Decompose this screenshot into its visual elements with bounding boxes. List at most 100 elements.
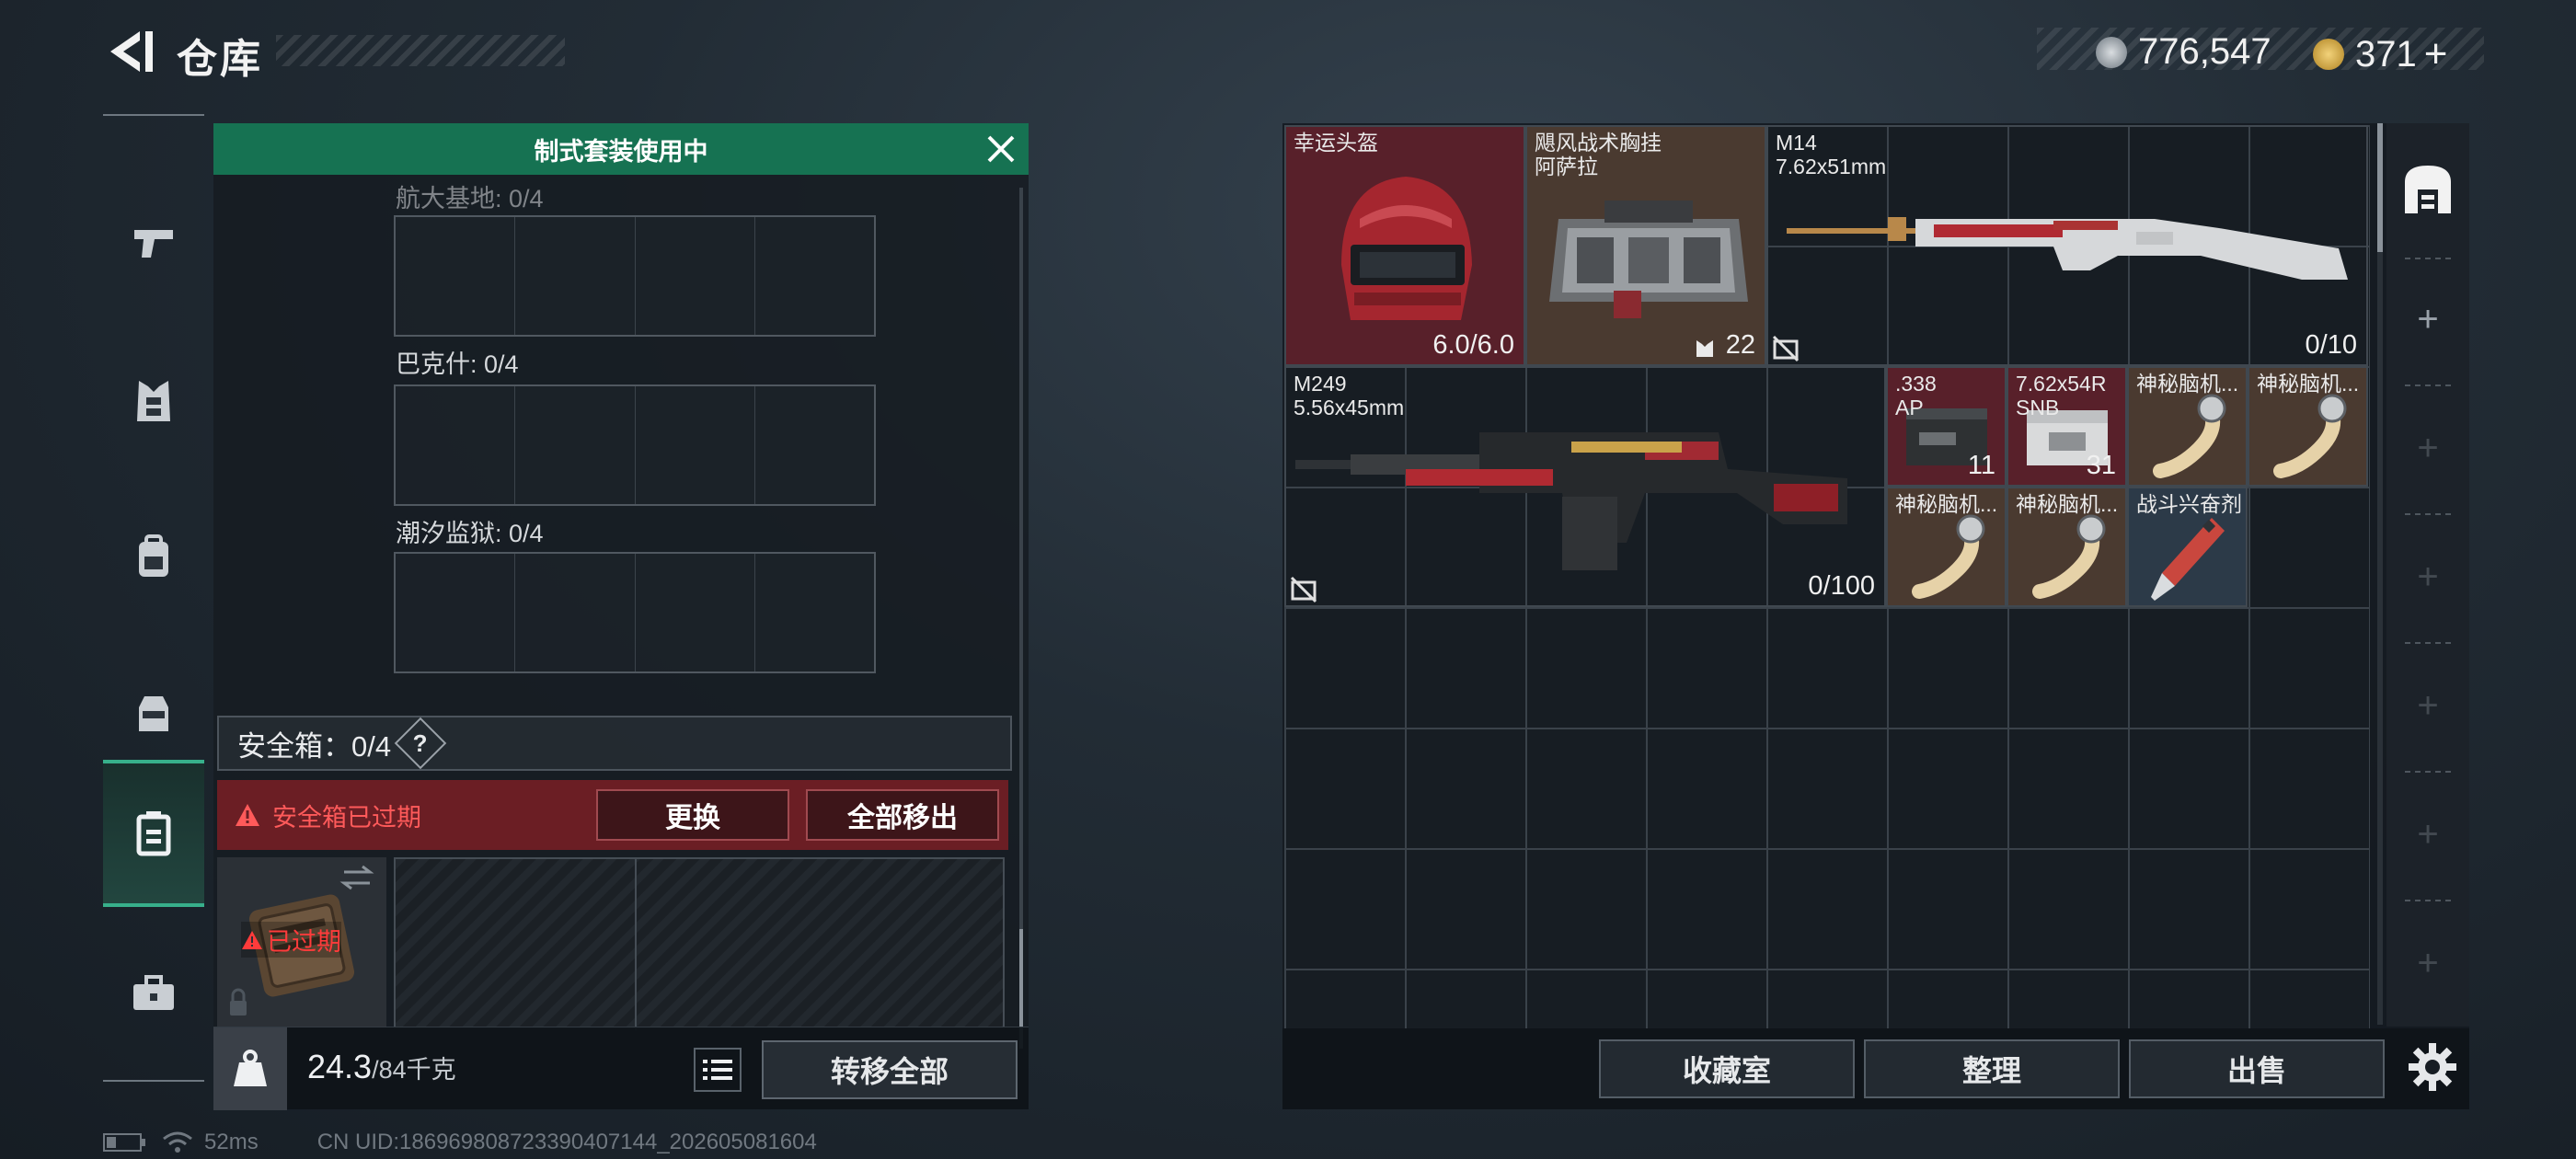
transfer-all-button[interactable]: 转移全部 <box>762 1040 1018 1099</box>
item-brain-chip[interactable]: 神秘脑机... <box>2007 487 2127 607</box>
warning-icon <box>236 804 259 826</box>
add-storage-tab[interactable]: + <box>2403 809 2453 859</box>
coin-balance: 776,547 <box>2096 31 2271 73</box>
loadout-scrollbar[interactable] <box>1019 188 1023 1049</box>
pistol-icon <box>134 230 173 258</box>
weight-current: 24.3 <box>307 1048 373 1085</box>
category-tools[interactable] <box>103 920 204 1067</box>
add-storage-tab[interactable]: + <box>2403 938 2453 988</box>
help-button[interactable]: ? <box>394 717 447 770</box>
map-slot-grid[interactable] <box>394 552 876 673</box>
sell-button[interactable]: 出售 <box>2129 1039 2385 1098</box>
status-bar: 52ms CN UID:186969808723390407144_202605… <box>103 1130 817 1155</box>
wifi-icon <box>163 1131 192 1153</box>
add-storage-tab[interactable]: + <box>2403 423 2453 473</box>
no-durability-icon <box>1772 335 1800 362</box>
add-ticket-button[interactable]: + <box>2424 31 2448 77</box>
backpack-icon <box>139 534 168 577</box>
add-storage-tab[interactable]: + <box>2403 294 2453 344</box>
back-button[interactable] <box>103 26 155 77</box>
case-expired-tag: 已过期 <box>241 922 341 958</box>
item-count: 31 <box>2086 451 2116 480</box>
banner-text: 制式套装使用中 <box>534 137 708 166</box>
page-title: 仓库 <box>177 37 263 82</box>
m249-image <box>1295 432 1847 570</box>
settings-button[interactable] <box>2407 1041 2458 1093</box>
chest-rig-image <box>1549 201 1748 318</box>
vest-icon <box>137 381 170 421</box>
item-chest-rig[interactable]: 飓风战术胸挂 阿萨拉 22 <box>1525 125 1766 366</box>
safe-case-slot[interactable]: 已过期 <box>217 857 386 1028</box>
item-ammo-762x54r[interactable]: 7.62x54R SNB 31 <box>2007 366 2127 487</box>
no-durability-icon <box>1290 576 1317 603</box>
item-helmet[interactable]: 幸运头盔 6.0/6.0 <box>1284 125 1525 366</box>
item-ammo: 0/10 <box>2305 330 2357 360</box>
item-name: .338 AP <box>1895 372 1937 419</box>
item-ammo: 0/100 <box>1808 571 1875 601</box>
injector-image <box>2151 518 2225 601</box>
item-name: 神秘脑机... <box>2257 372 2360 396</box>
case-expired-text: 已过期 <box>267 928 341 956</box>
helmet-image <box>1341 177 1472 320</box>
remove-all-button[interactable]: 全部移出 <box>806 789 999 841</box>
safe-box-label: 安全箱 <box>237 729 323 763</box>
add-storage-tab[interactable]: + <box>2403 681 2453 730</box>
map-slot-label: 航大基地: 0/4 <box>396 185 544 212</box>
item-name: 神秘脑机... <box>1895 492 1998 516</box>
currency-bar: 776,547 371 + <box>2037 28 2484 76</box>
m14-image <box>1787 217 2348 280</box>
item-combat-stimulant[interactable]: 战斗兴奋剂 <box>2127 487 2248 607</box>
ticket-amount: 371 <box>2355 33 2417 75</box>
storage-footer: 收藏室 整理 出售 <box>1282 1028 2469 1109</box>
item-brain-chip[interactable]: 神秘脑机... <box>2248 366 2368 487</box>
help-glyph: ? <box>413 729 429 757</box>
chest-rig-icon <box>139 696 168 731</box>
category-sidebar <box>103 114 204 1082</box>
gear-icon <box>2409 1043 2456 1091</box>
item-name: 神秘脑机... <box>2016 492 2119 516</box>
item-brain-chip[interactable]: 神秘脑机... <box>1886 487 2007 607</box>
category-backpacks[interactable] <box>103 484 204 631</box>
sort-button[interactable]: 整理 <box>1864 1039 2120 1098</box>
category-armor[interactable] <box>103 327 204 475</box>
map-slot-grid[interactable] <box>394 215 876 337</box>
item-m14-rifle[interactable]: M14 7.62x51mm 0/10 <box>1766 125 2368 366</box>
map-slot-grid[interactable] <box>394 384 876 506</box>
ticket-balance[interactable]: 371 + <box>2313 31 2447 77</box>
item-name: 7.62x54R SNB <box>2016 372 2107 419</box>
item-durability: 6.0/6.0 <box>1432 330 1514 360</box>
storage-home-icon <box>2405 166 2451 213</box>
warning-icon <box>242 930 262 949</box>
list-view-button[interactable] <box>694 1048 742 1092</box>
storage-home-tab[interactable] <box>2398 158 2458 219</box>
item-name: 战斗兴奋剂 <box>2136 492 2242 516</box>
storage-grid[interactable]: 幸运头盔 6.0/6.0 飓风战术胸挂 阿萨拉 22 M14 7.62x51mm… <box>1284 125 2370 1028</box>
lock-icon <box>230 1001 247 1016</box>
weight-icon <box>213 1027 287 1110</box>
list-icon <box>703 1060 732 1080</box>
toolbox-icon <box>133 975 174 1010</box>
storage-side-tabs: + + + + + + <box>2386 123 2469 1027</box>
map-slot-label: 巴克什: 0/4 <box>396 350 519 378</box>
loadout-footer: 24.3/84千克 转移全部 <box>213 1027 1029 1110</box>
back-arrow-icon <box>110 31 153 72</box>
close-button[interactable] <box>984 132 1018 166</box>
category-weapons[interactable] <box>103 169 204 316</box>
item-brain-chip[interactable]: 神秘脑机... <box>2127 366 2248 487</box>
brain-chip-image <box>2032 514 2106 599</box>
safe-case-slots[interactable] <box>394 857 1005 1030</box>
storage-panel: 幸运头盔 6.0/6.0 飓风战术胸挂 阿萨拉 22 M14 7.62x51mm… <box>1282 123 2469 1109</box>
gold-ticket-icon <box>2313 39 2344 70</box>
storage-scrollbar[interactable] <box>2377 123 2383 1025</box>
collection-room-button[interactable]: 收藏室 <box>1599 1039 1855 1098</box>
item-count: 11 <box>1967 451 1995 480</box>
item-m249-lmg[interactable]: M249 5.56x45mm 0/100 <box>1284 366 1886 607</box>
safe-box-header: 安全箱 ：0/4 ? <box>217 716 1012 771</box>
item-ammo-338[interactable]: .338 AP 11 <box>1886 366 2007 487</box>
brain-chip-image <box>1912 514 1985 599</box>
ping-readout: 52ms <box>204 1130 259 1154</box>
replace-button[interactable]: 更换 <box>596 789 789 841</box>
map-slot-label: 潮汐监狱: 0/4 <box>396 520 544 547</box>
category-safe-case[interactable] <box>103 760 204 907</box>
add-storage-tab[interactable]: + <box>2403 552 2453 602</box>
